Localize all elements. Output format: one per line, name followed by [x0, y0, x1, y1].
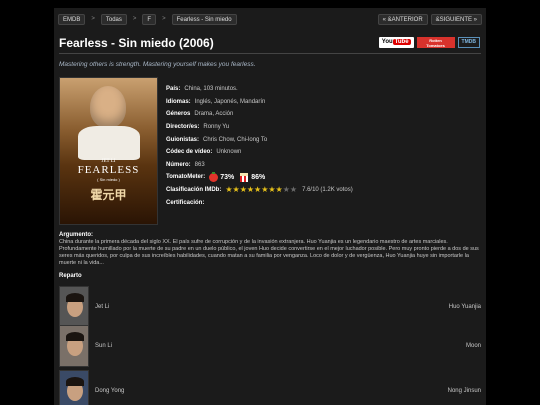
external-links: You Tube Rotten Tomatoes TMDB — [378, 37, 480, 48]
tmdb-link[interactable]: TMDB — [457, 37, 480, 48]
movie-panel: EMDB > Todas > F > Fearless - Sin miedo … — [54, 8, 486, 405]
star-filled-icon: ★ — [239, 185, 247, 195]
star-filled-icon: ★ — [254, 185, 262, 195]
star-filled-icon: ★ — [225, 185, 233, 195]
argumento-label: Argumento: — [59, 232, 93, 238]
star-filled-icon: ★ — [268, 185, 276, 195]
character-name: Nong Jinsun — [447, 387, 481, 394]
popcorn-icon — [240, 172, 249, 182]
cast-row[interactable]: Sun Li Moon — [59, 323, 481, 368]
breadcrumb-separator: > — [162, 16, 166, 22]
youtube-link[interactable]: You Tube — [378, 37, 414, 48]
breadcrumb-current-movie[interactable]: Fearless - Sin miedo — [171, 13, 237, 25]
argumento-text: China durante la primera década del sigl… — [59, 239, 479, 266]
detail-tomatometer: TomatoMeter: 73% 86% — [166, 171, 266, 182]
detail-directores: Director/es: Ronny Yu — [166, 124, 230, 131]
actor-photo[interactable] — [59, 285, 89, 328]
title-divider — [59, 53, 481, 54]
breadcrumb-letter-f[interactable]: F — [142, 13, 157, 25]
audience-score: 86% — [251, 173, 266, 181]
detail-imdb: Clasificación IMDb: ★ ★ ★ ★ ★ ★ ★ ★ ★ ★ 7.6/10 (1… — [166, 185, 353, 195]
movie-details: País: China, 103 minutos. Idiomas: Inglé… — [166, 83, 476, 209]
poster-subtitle: ( Sin miedo ) — [97, 177, 120, 182]
detail-idiomas: Idiomas: Inglés, Japonés, Mandarín — [166, 98, 266, 105]
star-empty-icon: ★ — [282, 185, 290, 195]
poster-title: FEARLESS — [77, 164, 140, 176]
breadcrumb-emdb[interactable]: EMDB — [58, 13, 86, 25]
next-button[interactable]: &SIGUIENTE » — [430, 13, 482, 25]
poster-chinese-title: 霍元甲 — [90, 188, 127, 202]
star-empty-icon: ★ — [289, 185, 298, 195]
actor-photo[interactable] — [59, 369, 89, 405]
star-filled-icon: ★ — [232, 185, 240, 195]
detail-certificacion: Certificación: — [166, 199, 205, 206]
breadcrumb-todas[interactable]: Todas — [100, 13, 127, 25]
detail-generos: Géneros Drama, Acción — [166, 111, 234, 118]
critics-score: 73% — [220, 173, 235, 181]
character-name: Huo Yuanjia — [448, 303, 481, 310]
top-navigation-bar: EMDB > Todas > F > Fearless - Sin miedo … — [58, 12, 482, 26]
detail-pais: País: China, 103 minutos. — [166, 86, 238, 93]
movie-poster: JET LI FEARLESS ( Sin miedo ) 霍元甲 — [59, 77, 158, 225]
star-filled-icon: ★ — [246, 185, 255, 195]
star-filled-icon: ★ — [275, 185, 283, 195]
imdb-star-rating: ★ ★ ★ ★ ★ ★ ★ ★ ★ ★ — [225, 186, 297, 194]
actor-name[interactable]: Jet Li — [95, 304, 449, 310]
rotten-tomatoes-link[interactable]: Rotten Tomatoes — [416, 37, 455, 48]
reparto-label: Reparto — [59, 273, 82, 279]
actor-name[interactable]: Dong Yong — [95, 388, 448, 394]
actor-photo[interactable] — [59, 324, 89, 367]
actor-name[interactable]: Sun Li — [95, 343, 466, 349]
movie-tagline: Mastering others is strength. Mastering … — [59, 61, 256, 68]
cast-row[interactable]: Dong Yong Nong Jinsun — [59, 368, 481, 405]
detail-codec: Códec de vídeo: Unknown — [166, 149, 242, 156]
previous-button[interactable]: « &ANTERIOR — [377, 13, 428, 25]
tomato-icon — [209, 171, 219, 182]
breadcrumb-separator: > — [91, 16, 95, 22]
character-name: Moon — [465, 342, 481, 349]
movie-title: Fearless - Sin miedo (2006) — [59, 36, 214, 50]
detail-guionistas: Guionistas: Chris Chow, Chi-long To — [166, 136, 268, 143]
star-filled-icon: ★ — [261, 185, 269, 195]
detail-numero: Número: 863 — [166, 161, 205, 168]
breadcrumb-separator: > — [132, 16, 137, 22]
